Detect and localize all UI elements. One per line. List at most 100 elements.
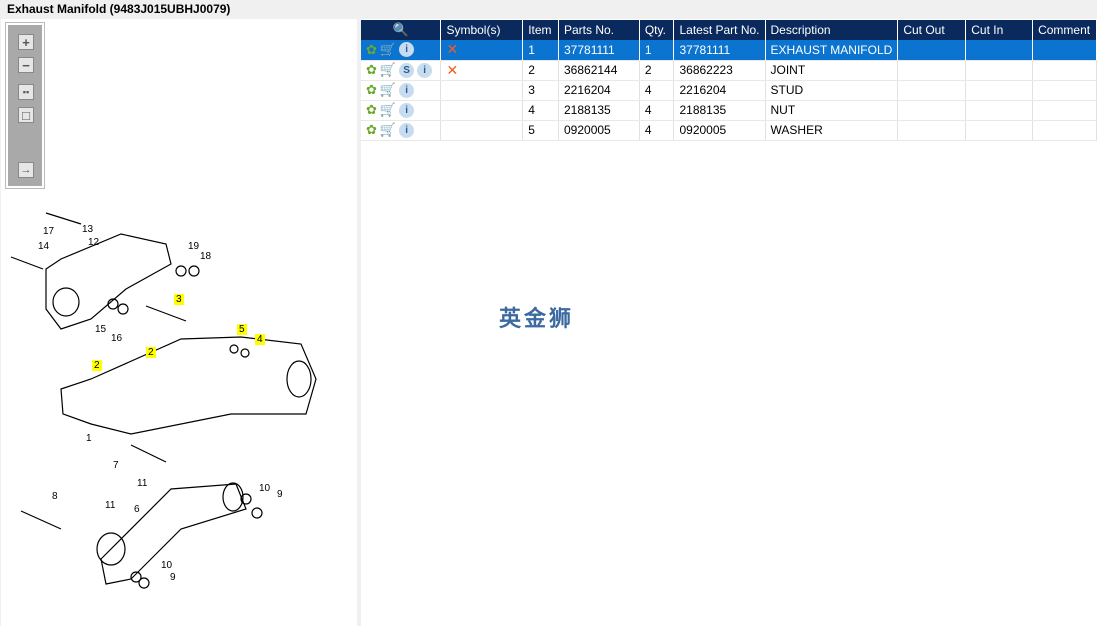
parts-table: 🔍 Symbol(s) Item Parts No. Qty. Latest P… xyxy=(361,20,1097,141)
info-icon[interactable]: i xyxy=(399,42,415,58)
fit-all-button[interactable]: ▪▪ xyxy=(18,84,34,100)
latest-part-no-cell: 2188135 xyxy=(673,100,766,121)
row-actions: ✿ 🛒 i xyxy=(361,120,442,141)
cart-icon[interactable]: 🛒 xyxy=(380,102,396,118)
s-icon[interactable]: S xyxy=(399,62,415,78)
info-icon[interactable]: i xyxy=(399,102,415,118)
qty-cell: 1 xyxy=(639,40,675,61)
cut-in-cell xyxy=(965,80,1034,101)
col-comment[interactable]: Comment xyxy=(1032,20,1097,40)
comment-cell xyxy=(1032,40,1097,61)
callout[interactable]: 14 xyxy=(38,241,49,252)
latest-part-no-cell: 0920005 xyxy=(673,120,766,141)
parts-no-cell: 0920005 xyxy=(558,120,640,141)
x-mark-icon: ✕ xyxy=(446,41,459,58)
qty-cell: 4 xyxy=(639,100,675,121)
callout[interactable]: 6 xyxy=(134,504,140,515)
callout[interactable]: 18 xyxy=(200,251,211,262)
callout[interactable]: 13 xyxy=(82,224,93,235)
callout[interactable]: 9 xyxy=(170,572,176,583)
cart-icon[interactable]: 🛒 xyxy=(380,42,396,58)
callout[interactable]: 11 xyxy=(105,500,115,511)
cut-in-cell xyxy=(965,40,1034,61)
callout[interactable]: 3 xyxy=(174,294,184,305)
toggle-panel-button[interactable]: → xyxy=(18,162,34,178)
table-row[interactable]: ✿ 🛒 i 3 2216204 4 2216204 STUD xyxy=(361,80,1097,101)
zoom-out-button[interactable]: − xyxy=(18,57,34,73)
comment-cell xyxy=(1032,120,1097,141)
row-actions: ✿ 🛒 Si xyxy=(361,60,442,81)
table-row[interactable]: ✿ 🛒 Si ✕ 2 36862144 2 36862223 JOINT xyxy=(361,60,1097,81)
parts-no-cell: 37781111 xyxy=(558,40,640,61)
col-cut-in[interactable]: Cut In xyxy=(965,20,1034,40)
cart-icon[interactable]: 🛒 xyxy=(380,122,396,138)
callout[interactable]: 12 xyxy=(88,237,99,248)
cut-in-cell xyxy=(965,120,1034,141)
diagram-toolbar: + − ▪▪ □ → xyxy=(5,22,45,189)
watermark: 英金狮 xyxy=(499,306,575,331)
info-icon[interactable]: i xyxy=(417,62,433,78)
gear-icon[interactable]: ✿ xyxy=(366,82,377,98)
callout[interactable]: 2 xyxy=(92,360,102,371)
col-parts-no[interactable]: Parts No. xyxy=(558,20,640,40)
gear-icon[interactable]: ✿ xyxy=(366,102,377,118)
info-icon[interactable]: i xyxy=(399,82,415,98)
callout[interactable]: 7 xyxy=(113,460,119,471)
zoom-in-button[interactable]: + xyxy=(18,34,34,50)
row-actions: ✿ 🛒 i xyxy=(361,40,442,61)
description-cell: EXHAUST MANIFOLD xyxy=(765,40,899,61)
callout[interactable]: 16 xyxy=(111,333,122,344)
cut-out-cell xyxy=(897,60,967,81)
x-mark-icon: ✕ xyxy=(446,61,459,78)
callout[interactable]: 10 xyxy=(259,483,270,494)
callout[interactable]: 4 xyxy=(255,334,265,345)
callout[interactable]: 17 xyxy=(43,226,54,237)
col-item[interactable]: Item xyxy=(522,20,559,40)
info-icon[interactable]: i xyxy=(399,122,415,138)
col-cut-out[interactable]: Cut Out xyxy=(897,20,967,40)
callout[interactable]: 9 xyxy=(277,489,283,500)
callout[interactable]: 2 xyxy=(146,347,156,358)
symbols-cell xyxy=(440,120,524,141)
col-qty[interactable]: Qty. xyxy=(639,20,675,40)
gear-icon[interactable]: ✿ xyxy=(366,62,377,78)
row-actions: ✿ 🛒 i xyxy=(361,80,442,101)
search-header[interactable]: 🔍 xyxy=(361,20,442,40)
cut-in-cell xyxy=(965,60,1034,81)
comment-cell xyxy=(1032,60,1097,81)
exploded-diagram xyxy=(10,212,317,589)
parts-no-cell: 36862144 xyxy=(558,60,640,81)
gear-icon[interactable]: ✿ xyxy=(366,42,377,58)
comment-cell xyxy=(1032,100,1097,121)
description-cell: WASHER xyxy=(765,120,899,141)
diagram-panel: 17 13 12 14 19 18 3 15 16 5 4 2 2 1 7 11… xyxy=(1,19,357,626)
callout[interactable]: 8 xyxy=(52,491,58,502)
callout[interactable]: 11 xyxy=(137,478,147,489)
col-description[interactable]: Description xyxy=(765,20,899,40)
table-row[interactable]: ✿ 🛒 i 4 2188135 4 2188135 NUT xyxy=(361,100,1097,121)
callout[interactable]: 10 xyxy=(161,560,172,571)
callout[interactable]: 19 xyxy=(188,241,199,252)
table-row[interactable]: ✿ 🛒 i 5 0920005 4 0920005 WASHER xyxy=(361,120,1097,141)
symbols-cell xyxy=(440,100,524,121)
callout[interactable]: 15 xyxy=(95,324,106,335)
table-row[interactable]: ✿ 🛒 i ✕ 1 37781111 1 37781111 EXHAUST MANI… xyxy=(361,40,1097,61)
callout[interactable]: 1 xyxy=(86,433,92,444)
callout[interactable]: 5 xyxy=(237,324,247,335)
item-cell: 2 xyxy=(522,60,559,81)
qty-cell: 2 xyxy=(639,60,675,81)
col-latest-part-no[interactable]: Latest Part No. xyxy=(673,20,766,40)
square-icon: □ xyxy=(22,107,30,123)
plus-icon: + xyxy=(22,34,30,50)
gear-icon[interactable]: ✿ xyxy=(366,122,377,138)
cart-icon[interactable]: 🛒 xyxy=(380,82,396,98)
page-title: Exhaust Manifold (9483J015UBHJ0079) xyxy=(7,2,231,16)
item-cell: 5 xyxy=(522,120,559,141)
cut-out-cell xyxy=(897,120,967,141)
cut-in-cell xyxy=(965,100,1034,121)
actual-size-button[interactable]: □ xyxy=(18,107,34,123)
latest-part-no-cell: 36862223 xyxy=(673,60,766,81)
description-cell: NUT xyxy=(765,100,899,121)
cart-icon[interactable]: 🛒 xyxy=(380,62,396,78)
col-symbols[interactable]: Symbol(s) xyxy=(440,20,524,40)
